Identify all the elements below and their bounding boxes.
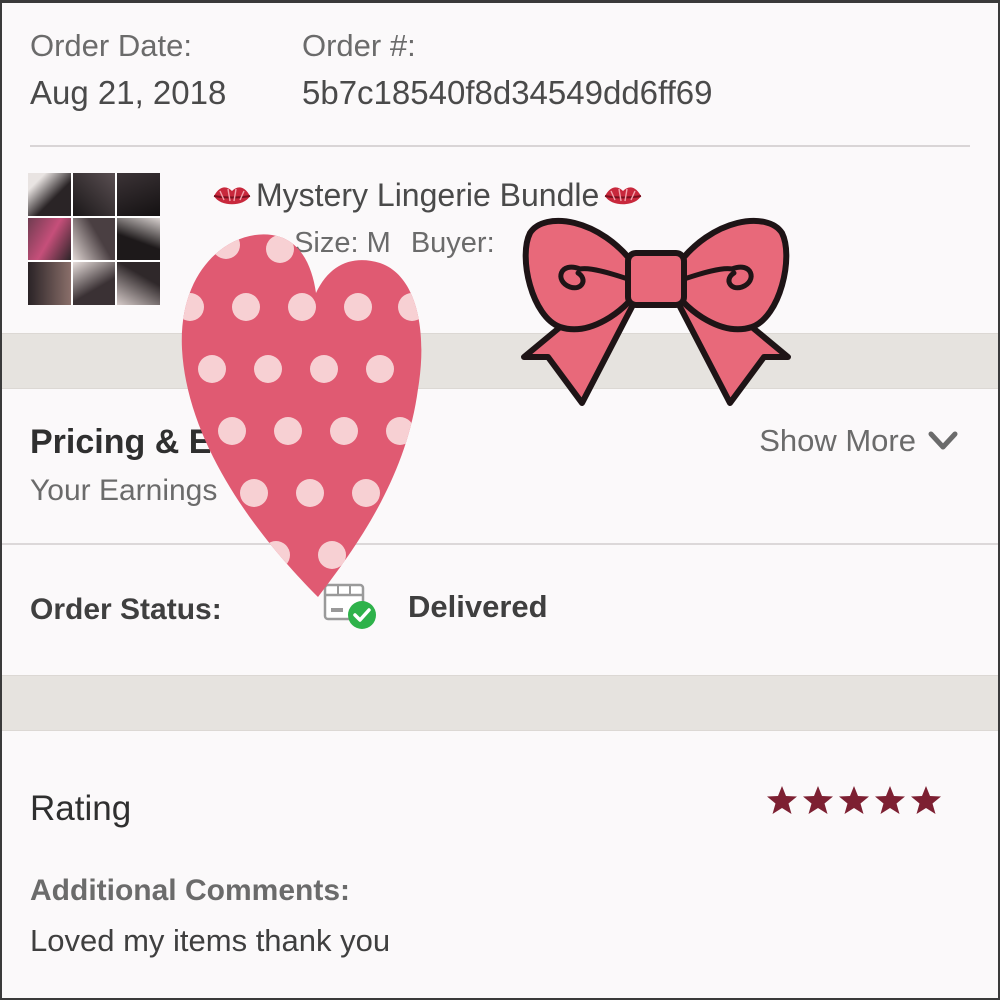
star-icon [767,786,797,814]
order-status-row: Order Status: Delivered [30,579,970,639]
order-status-value: Delivered [408,589,548,624]
rating-section: Rating Additional Comments: Loved my ite… [30,783,970,961]
thumbnail-photo [28,262,71,305]
thumbnail-photo [117,217,160,261]
thumbnail-photo [72,262,116,305]
pricing-section[interactable]: Pricing & E fo Your Earnings Show More [30,419,970,511]
star-icon [911,786,941,814]
thumbnail-photo [28,217,71,261]
thumbnail-photo [72,173,116,216]
thumbnail-photo [28,173,71,216]
order-number-value: 5b7c18540f8d34549dd6ff69 [302,74,713,111]
section-separator [2,333,998,389]
order-date: Order Date: Aug 21, 2018 [30,25,226,117]
thumbnail-photo [72,217,116,261]
order-date-value: Aug 21, 2018 [30,74,227,111]
heart-sticker [181,234,422,597]
order-meta: Order Date: Aug 21, 2018 Order #: 5b7c18… [30,25,970,145]
chevron-down-icon [928,431,958,450]
order-item[interactable]: Mystery Lingerie Bundle Size: M Buyer: [28,171,972,311]
order-number: Order #: 5b7c18540f8d34549dd6ff69 [302,25,712,117]
lips-icon [605,186,642,204]
order-number-label: Order #: [302,28,416,63]
star-icon [875,786,905,814]
thumbnail-photo [117,173,160,216]
show-more-button[interactable]: Show More [759,423,958,459]
comments-label: Additional Comments: [30,874,350,907]
lips-icon [213,186,251,204]
comments-text: Loved my items thank you [30,923,391,958]
bow-sticker [521,217,791,406]
star-rating [766,785,942,815]
star-icon [839,786,869,814]
pricing-subtitle: Your Earnings [30,474,218,507]
divider [30,145,970,147]
divider [2,543,998,545]
show-more-label: Show More [759,423,916,458]
thumbnail-photo [117,262,160,305]
order-date-label: Order Date: [30,28,192,63]
section-separator [2,675,998,731]
order-details-screen: Order Date: Aug 21, 2018 Order #: 5b7c18… [0,0,1000,1000]
item-thumbnail[interactable] [28,173,160,305]
star-icon [803,786,833,814]
